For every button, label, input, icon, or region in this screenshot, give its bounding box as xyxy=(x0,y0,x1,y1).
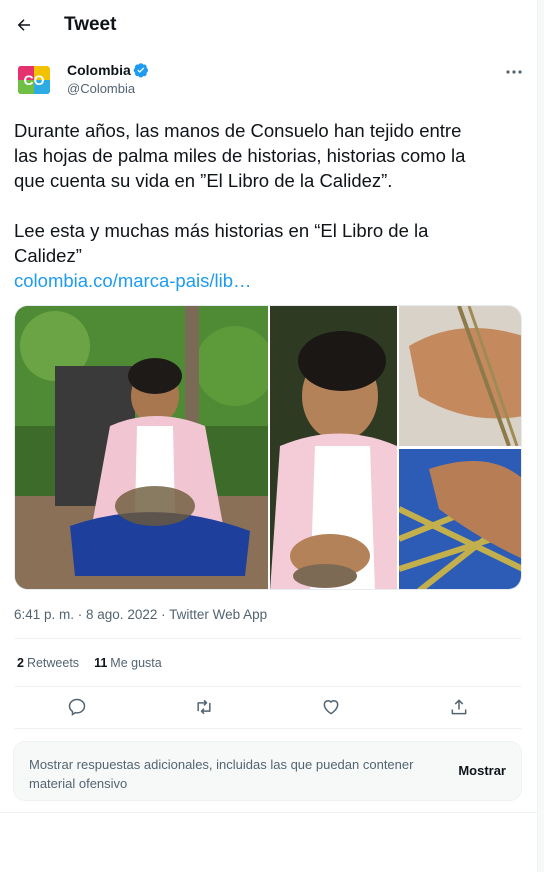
media-image-portrait[interactable] xyxy=(270,306,397,589)
verified-badge-icon xyxy=(133,63,148,78)
divider xyxy=(14,686,522,687)
banner-text: Mostrar respuestas adicionales, incluida… xyxy=(29,755,449,793)
more-icon xyxy=(506,70,522,74)
likes-count: 11 xyxy=(94,656,108,670)
show-replies-button[interactable]: Mostrar xyxy=(458,763,506,778)
reply-button[interactable] xyxy=(66,696,88,718)
tweet-page: Tweet CO Colombia @Colombia Durante años… xyxy=(0,0,538,872)
retweet-icon xyxy=(197,699,211,715)
author-name[interactable]: Colombia xyxy=(67,62,131,78)
like-button[interactable] xyxy=(320,696,342,718)
tweet-text-line: Calidez” xyxy=(14,245,82,266)
likes-stat[interactable]: 11 Me gusta xyxy=(94,656,162,670)
divider xyxy=(14,638,522,639)
tweet-media-grid xyxy=(14,305,522,590)
tweet-author: CO Colombia @Colombia xyxy=(14,60,526,104)
tweet-text: Durante años, las manos de Consuelo han … xyxy=(14,118,524,293)
author-names: Colombia @Colombia xyxy=(67,62,149,104)
tweet-text-line: Durante años, las manos de Consuelo han … xyxy=(14,120,462,141)
retweets-stat[interactable]: 2 Retweets xyxy=(17,656,79,670)
back-button[interactable] xyxy=(14,15,34,35)
avatar[interactable]: CO xyxy=(14,60,54,100)
likes-label: Me gusta xyxy=(110,656,162,670)
tweet-actions xyxy=(0,696,538,722)
media-image-hands-bottom[interactable] xyxy=(399,449,521,589)
author-handle[interactable]: @Colombia xyxy=(67,81,149,96)
back-arrow-icon xyxy=(17,19,30,31)
tweet-stats: 2 Retweets 11 Me gusta xyxy=(17,656,177,670)
media-image-woman-weaving[interactable] xyxy=(15,306,268,589)
like-icon xyxy=(323,700,339,715)
banner-text-line: material ofensivo xyxy=(29,776,128,791)
tweet-text-line: que cuenta su vida en ”El Libro de la Ca… xyxy=(14,170,393,191)
tweet-timestamp[interactable]: 6:41 p. m. · 8 ago. 2022 · Twitter Web A… xyxy=(14,607,267,622)
tweet-text-line: Lee esta y muchas más historias en “El L… xyxy=(14,220,429,241)
divider xyxy=(14,728,522,729)
retweet-button[interactable] xyxy=(193,696,215,718)
avatar-logo-text: CO xyxy=(24,72,45,88)
divider xyxy=(0,812,538,813)
share-icon xyxy=(451,699,467,715)
additional-replies-banner: Mostrar respuestas adicionales, incluida… xyxy=(13,741,522,801)
media-image-hands-top[interactable] xyxy=(399,306,521,446)
share-button[interactable] xyxy=(448,696,470,718)
tweet-text-line: las hojas de palma miles de historias, h… xyxy=(14,145,466,166)
page-title: Tweet xyxy=(64,14,117,35)
more-button[interactable] xyxy=(502,64,526,80)
retweets-label: Retweets xyxy=(26,656,80,670)
tweet-link[interactable]: colombia.co/marca-pais/lib… xyxy=(14,270,252,291)
reply-icon xyxy=(68,698,86,716)
header: Tweet xyxy=(0,0,537,50)
scrollbar[interactable] xyxy=(538,0,544,872)
banner-text-line: Mostrar respuestas adicionales, incluida… xyxy=(29,757,414,772)
retweets-count: 2 xyxy=(17,656,24,670)
